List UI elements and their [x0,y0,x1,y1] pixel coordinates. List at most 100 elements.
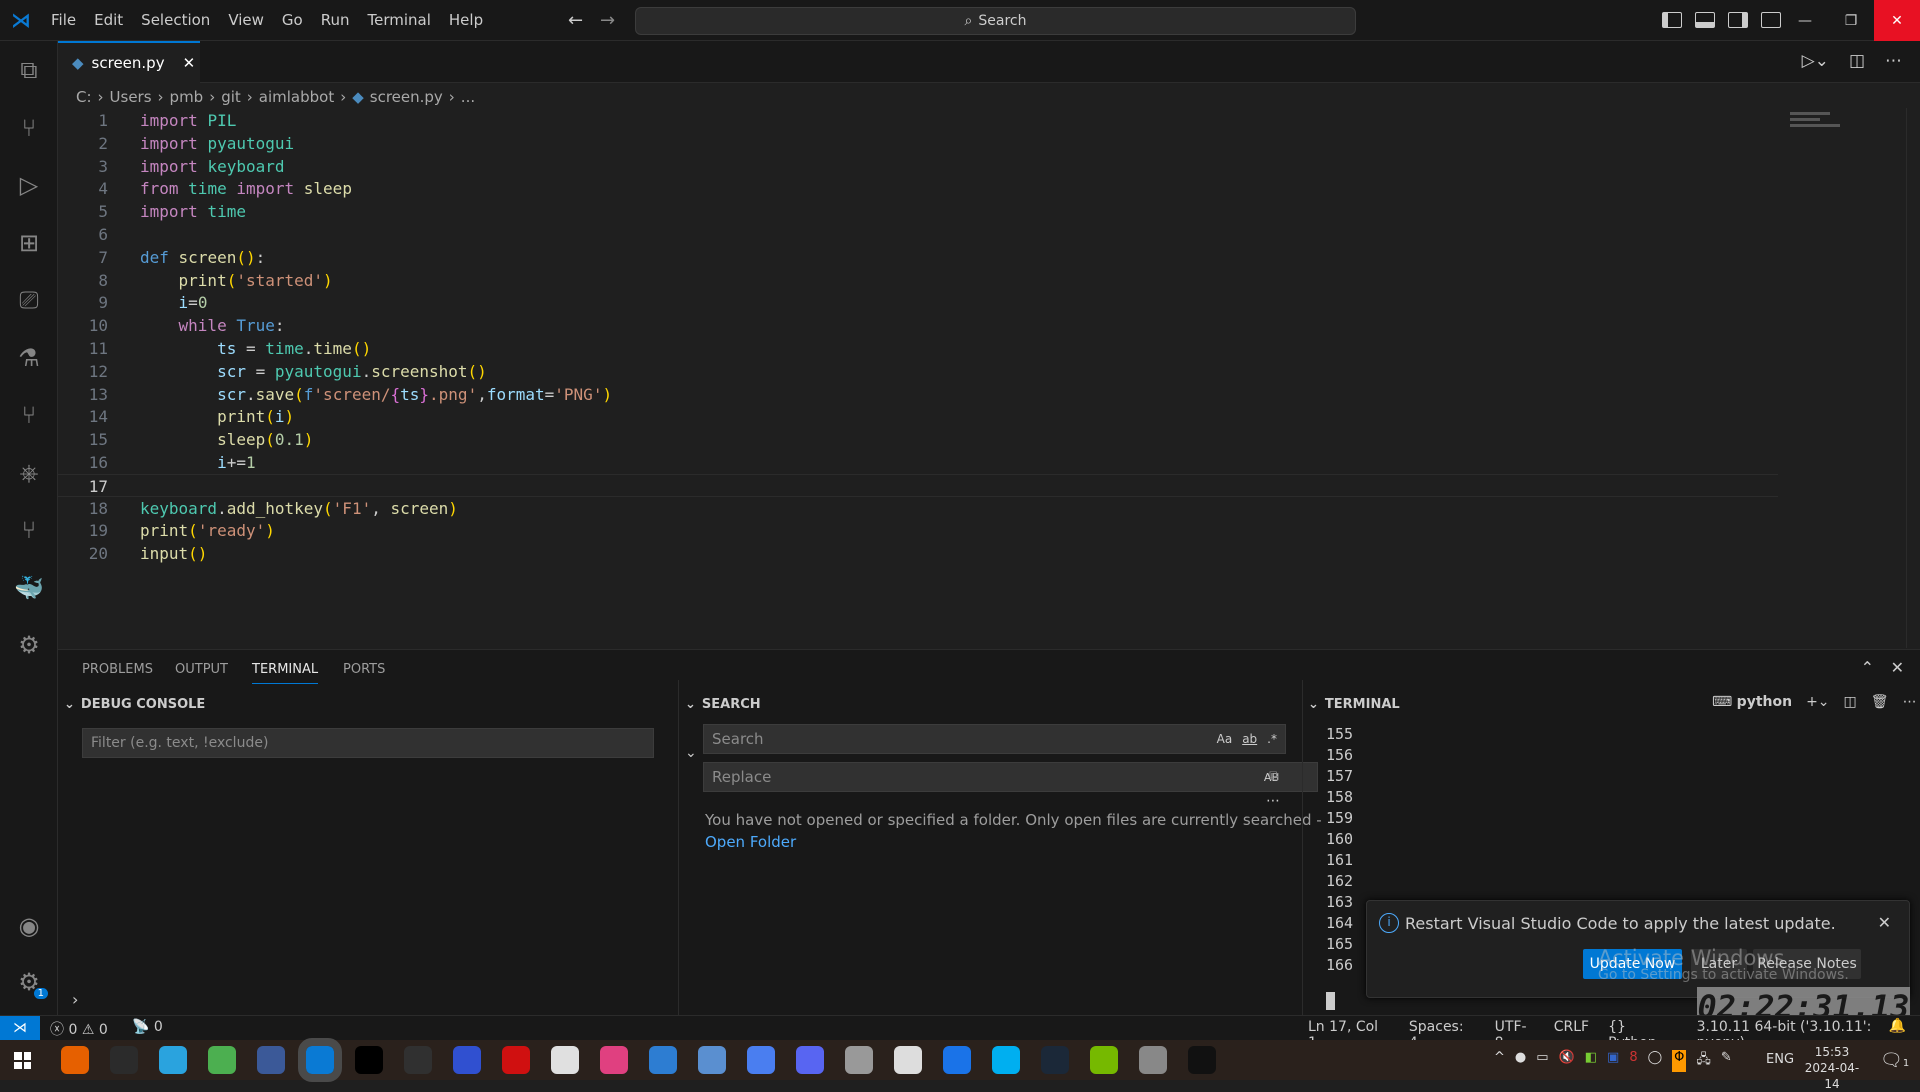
show-hidden-icons[interactable]: ^ [1494,1050,1505,1072]
toggle-primary-sidebar-icon[interactable] [1662,12,1682,28]
code-line[interactable]: 5 import time [58,200,1778,223]
search-input[interactable]: Search Aa ab .* [703,724,1286,754]
arc-app-taskbar-icon[interactable] [747,1046,775,1074]
new-terminal-icon[interactable]: +⌄ [1806,694,1829,710]
toggle-panel-icon[interactable] [1695,12,1715,28]
discord-taskbar-icon[interactable] [796,1046,824,1074]
toggle-secondary-sidebar-icon[interactable] [1728,12,1748,28]
keepass-taskbar-icon[interactable] [257,1046,285,1074]
forward-arrow-icon[interactable]: → [600,10,615,31]
tab-terminal[interactable]: TERMINAL [252,662,319,684]
tab-problems[interactable]: PROBLEMS [82,662,153,677]
ports-indicator[interactable]: 📡 0 [132,1019,163,1035]
maximize-panel-icon[interactable]: ⌃ [1861,658,1874,677]
code-line[interactable]: 2 import pyautogui [58,132,1778,155]
target-app-taskbar-icon[interactable] [551,1046,579,1074]
telegram-taskbar-icon[interactable] [159,1046,187,1074]
chrome-taskbar-icon[interactable] [208,1046,236,1074]
match-whole-word-toggle[interactable]: ab [1242,732,1257,746]
vscode-taskbar-icon[interactable] [298,1038,342,1082]
tab-ports[interactable]: PORTS [343,662,385,677]
gear-icon[interactable]: ⚙ 1 [14,967,48,999]
notifications-bell-icon[interactable]: 🔔 [1889,1018,1906,1034]
code-line[interactable]: 8 print('started') [58,269,1778,292]
close-tab-icon[interactable]: ✕ [183,54,196,72]
windows-start-icon[interactable] [14,1052,31,1069]
code-line[interactable]: 18 keyboard.add_hotkey('F1', screen) [58,497,1778,520]
match-case-toggle[interactable]: Aa [1217,732,1233,746]
sharex-taskbar-icon[interactable] [698,1046,726,1074]
tab-screen-py[interactable]: ◆ screen.py ✕ [58,41,200,83]
extensions-icon[interactable]: ⊞ [14,228,44,258]
code-line[interactable]: 19 print('ready') [58,519,1778,542]
app-black-taskbar-icon[interactable] [355,1046,383,1074]
steam-tray-icon[interactable]: ● [1515,1050,1526,1072]
menu-selection[interactable]: Selection [132,11,219,29]
code-line[interactable]: 1 import PIL [58,109,1778,132]
code-line[interactable]: 14 print(i) [58,405,1778,428]
tray-app-icon[interactable]: ▣ [1607,1050,1619,1072]
restore-button[interactable]: ❐ [1828,0,1874,41]
customize-layout-icon[interactable] [1761,12,1781,28]
menu-edit[interactable]: Edit [85,11,132,29]
obs-taskbar-icon[interactable] [404,1046,432,1074]
replace-all-icon[interactable]: ⧉ [1269,768,1279,784]
floppy-app-taskbar-icon[interactable] [453,1046,481,1074]
window-app-taskbar-icon[interactable] [649,1046,677,1074]
run-python-file-icon[interactable]: ▷⌄ [1802,51,1829,71]
more-terminal-actions-icon[interactable]: ⋯ [1903,694,1917,710]
tray-app-icon[interactable]: ◧ [1585,1050,1597,1072]
code-line[interactable]: 15 sleep(0.1) [58,428,1778,451]
kill-terminal-icon[interactable]: 🗑 [1871,694,1889,710]
git-graph-icon[interactable]: ⑂ [14,400,44,430]
code-editor[interactable]: 1 import PIL 2 import pyautogui 3 import keyb… [58,108,1920,648]
steam-taskbar-icon[interactable] [1041,1046,1069,1074]
remote-explorer-icon[interactable]: ⎚ [14,285,44,315]
clock[interactable]: 15:53 2024-04-14 [1800,1044,1864,1092]
run-debug-icon[interactable]: ▷ [14,170,44,200]
terminal-header[interactable]: ⌄ TERMINAL [1308,691,1400,717]
code-line[interactable]: 11 ts = time.time() [58,337,1778,360]
action-center-icon[interactable]: 🗨1 [1880,1050,1909,1071]
monitor-app-taskbar-icon[interactable] [600,1046,628,1074]
replace-input[interactable]: Replace AB [703,762,1318,792]
red-arrow-app-taskbar-icon[interactable] [502,1046,530,1074]
python-env-icon[interactable]: ⚙ [14,630,44,660]
testing-icon[interactable]: ⚗ [14,343,44,373]
breadcrumb-item[interactable]: aimlabbot [259,88,334,106]
code-line[interactable]: 9 i=0 [58,291,1778,314]
cmd-taskbar-icon[interactable] [1188,1046,1216,1074]
debug-console-header[interactable]: ⌄ DEBUG CONSOLE [64,691,205,717]
network-icon[interactable]: 🖧 [1696,1050,1711,1072]
more-search-options-icon[interactable]: ⋯ [1266,793,1280,809]
search-header[interactable]: ⌄ SEARCH [685,691,761,717]
regex-toggle[interactable]: .* [1267,732,1277,746]
headset-icon[interactable]: ◯ [1648,1050,1663,1072]
tray-app-icon[interactable]: 8 [1629,1050,1637,1072]
terminal-shell-selector[interactable]: ⌨ python [1712,694,1792,710]
power-icon[interactable]: ▭ [1536,1050,1548,1072]
input-language[interactable]: ENG [1766,1052,1794,1067]
firefox-taskbar-icon[interactable] [61,1046,89,1074]
debug-filter-input[interactable]: Filter (e.g. text, !exclude) [82,728,654,758]
code-line[interactable]: 7 def screen(): [58,246,1778,269]
more-actions-icon[interactable]: ⋯ [1885,51,1902,71]
scrollbar[interactable] [1906,108,1920,648]
code-line[interactable]: 20 input() [58,542,1778,565]
open-folder-link[interactable]: Open Folder [705,833,796,851]
accounts-icon[interactable]: ◉ [14,911,44,941]
code-line[interactable]: 13 scr.save(f'screen/{ts}.png',format='P… [58,383,1778,406]
code-line[interactable]: 16 i+=1 [58,451,1778,474]
files-icon[interactable]: ⧉ [14,55,44,85]
tab-output[interactable]: OUTPUT [175,662,228,677]
breadcrumb-item[interactable]: C: [76,88,92,106]
breadcrumb-item[interactable]: git [221,88,241,106]
code-line[interactable]: 4 from time import sleep [58,177,1778,200]
breadcrumb-item[interactable]: screen.py [370,88,443,106]
split-editor-icon[interactable]: ◫ [1849,51,1865,71]
close-panel-icon[interactable]: ✕ [1891,658,1904,677]
toggle-replace-chevron-icon[interactable]: ⌄ [685,745,697,761]
kubernetes-icon[interactable]: ⎈ [14,458,44,488]
volume-muted-icon[interactable]: 🔇 [1559,1050,1575,1072]
minimap[interactable] [1790,108,1850,148]
